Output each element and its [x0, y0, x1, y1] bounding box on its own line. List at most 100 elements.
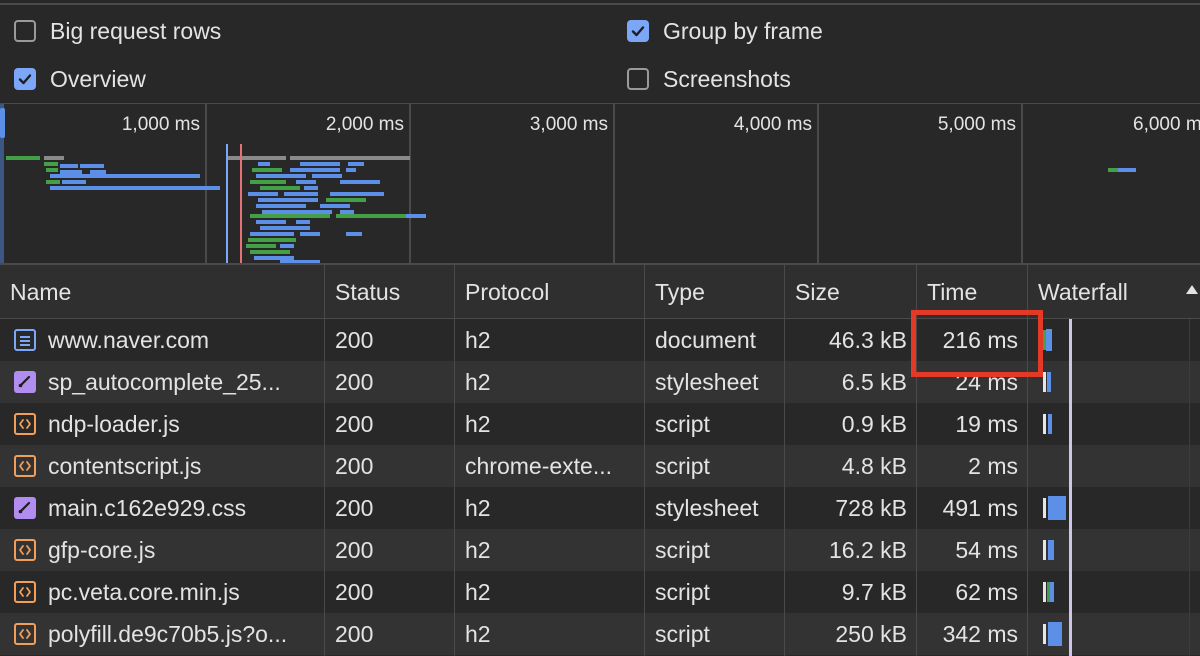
overview-request-segment: [250, 232, 294, 236]
big-request-rows-checkbox[interactable]: [14, 20, 36, 42]
request-name[interactable]: gfp-core.js: [0, 529, 324, 571]
request-status: 200: [335, 453, 374, 479]
overview-gridline: [409, 104, 411, 263]
table-row[interactable]: pc.veta.core.min.js 200 h2 script 9.7 kB 62 m…: [0, 571, 1200, 613]
screenshots-checkbox[interactable]: [627, 68, 649, 90]
table-row[interactable]: ndp-loader.js 200 h2 script 0.9 kB 19 ms: [0, 403, 1200, 445]
request-type: script: [655, 579, 710, 605]
overview-request-segment: [1118, 168, 1136, 172]
overview-request-segment: [62, 180, 86, 184]
waterfall-segment: [1048, 414, 1052, 434]
column-header-status[interactable]: Status: [325, 265, 455, 319]
overview-request-segment: [340, 180, 380, 184]
request-size: 16.2 kB: [829, 537, 907, 563]
screenshots-option[interactable]: Screenshots: [627, 62, 791, 96]
column-divider[interactable]: [324, 265, 325, 656]
overview-gridline: [205, 104, 207, 263]
sort-ascending-icon: [1186, 285, 1198, 294]
request-time: 2 ms: [968, 453, 1018, 479]
waterfall-load-marker: [1069, 319, 1072, 656]
request-name[interactable]: pc.veta.core.min.js: [0, 571, 324, 613]
column-header-protocol[interactable]: Protocol: [455, 265, 645, 319]
overview-gridline: [613, 104, 615, 263]
request-type: stylesheet: [655, 495, 759, 521]
column-header-size[interactable]: Size: [785, 265, 917, 319]
request-protocol: h2: [465, 537, 491, 563]
overview-request-segment: [280, 244, 294, 248]
waterfall-segment: [1043, 624, 1046, 644]
overview-request-segment: [280, 260, 320, 263]
request-name[interactable]: sp_autocomplete_25...: [0, 361, 324, 403]
request-status: 200: [335, 327, 374, 353]
overview-option[interactable]: Overview: [14, 62, 146, 96]
checkmark-icon: [18, 74, 32, 85]
request-protocol: h2: [465, 579, 491, 605]
overview-request-segment: [80, 164, 104, 168]
overview-request-segment: [248, 238, 296, 242]
overview-request-segment: [290, 156, 410, 160]
column-header-type[interactable]: Type: [645, 265, 785, 319]
column-header-name[interactable]: Name: [0, 265, 325, 319]
overview-request-segment: [258, 198, 318, 202]
overview-request-segment: [6, 156, 40, 160]
request-name[interactable]: main.c162e929.css: [0, 487, 324, 529]
column-divider[interactable]: [454, 265, 455, 656]
waterfall-gridline: [1189, 319, 1190, 656]
overview-request-segment: [60, 164, 78, 168]
checkmark-icon: [631, 26, 645, 37]
request-size: 46.3 kB: [829, 327, 907, 353]
group-by-frame-checkbox[interactable]: [627, 20, 649, 42]
overview-request-segment: [406, 214, 426, 218]
overview-timeline[interactable]: 1,000 ms 2,000 ms 3,000 ms 4,000 ms 5,00…: [0, 103, 1200, 265]
overview-checkbox[interactable]: [14, 68, 36, 90]
request-type: script: [655, 453, 710, 479]
request-name[interactable]: contentscript.js: [0, 445, 324, 487]
overview-request-segment: [248, 192, 278, 196]
overview-request-segment: [250, 214, 330, 218]
waterfall-segment: [1043, 582, 1046, 602]
overview-request-segment: [250, 250, 290, 254]
request-type: script: [655, 411, 710, 437]
overview-tick-label: 5,000 ms: [937, 114, 1016, 135]
overview-request-segment: [348, 162, 364, 166]
overview-tick-label: 6,000 ms: [1133, 114, 1200, 135]
overview-request-segment: [304, 186, 318, 190]
request-name[interactable]: polyfill.de9c70b5.js?o...: [0, 613, 324, 655]
overview-request-segment: [226, 156, 286, 160]
request-type: stylesheet: [655, 369, 759, 395]
overview-request-segment: [258, 162, 270, 166]
overview-request-segment: [252, 168, 282, 172]
time-highlight-box: [911, 310, 1043, 377]
overview-request-segment: [300, 232, 320, 236]
overview-request-segment: [1108, 168, 1118, 172]
group-by-frame-option[interactable]: Group by frame: [627, 14, 823, 48]
overview-request-segment: [250, 180, 286, 184]
table-row[interactable]: polyfill.de9c70b5.js?o... 200 h2 script 250 …: [0, 613, 1200, 655]
overview-label: Overview: [50, 65, 146, 92]
overview-drag-handle[interactable]: [0, 108, 5, 138]
request-name[interactable]: www.naver.com: [0, 319, 324, 361]
request-size: 728 kB: [835, 495, 907, 521]
request-type: script: [655, 537, 710, 563]
request-time: 19 ms: [955, 411, 1018, 437]
request-protocol: h2: [465, 411, 491, 437]
overview-request-segment: [326, 198, 366, 202]
request-status: 200: [335, 537, 374, 563]
column-divider[interactable]: [644, 265, 645, 656]
request-size: 4.8 kB: [841, 453, 907, 479]
request-protocol: h2: [465, 495, 491, 521]
request-size: 0.9 kB: [841, 411, 907, 437]
request-status: 200: [335, 369, 374, 395]
overview-request-segment: [50, 186, 220, 190]
big-request-rows-option[interactable]: Big request rows: [14, 14, 221, 48]
overview-request-segment: [46, 168, 58, 172]
request-name[interactable]: ndp-loader.js: [0, 403, 324, 445]
overview-gridline: [817, 104, 819, 263]
table-row[interactable]: contentscript.js 200 chrome-exte... script 4…: [0, 445, 1200, 487]
table-row[interactable]: main.c162e929.css 200 h2 stylesheet 728 kB 49…: [0, 487, 1200, 529]
column-header-waterfall[interactable]: Waterfall: [1028, 265, 1200, 319]
table-row[interactable]: gfp-core.js 200 h2 script 16.2 kB 54 ms: [0, 529, 1200, 571]
overview-request-segment: [312, 174, 342, 178]
column-divider[interactable]: [784, 265, 785, 656]
overview-request-segment: [320, 204, 350, 208]
